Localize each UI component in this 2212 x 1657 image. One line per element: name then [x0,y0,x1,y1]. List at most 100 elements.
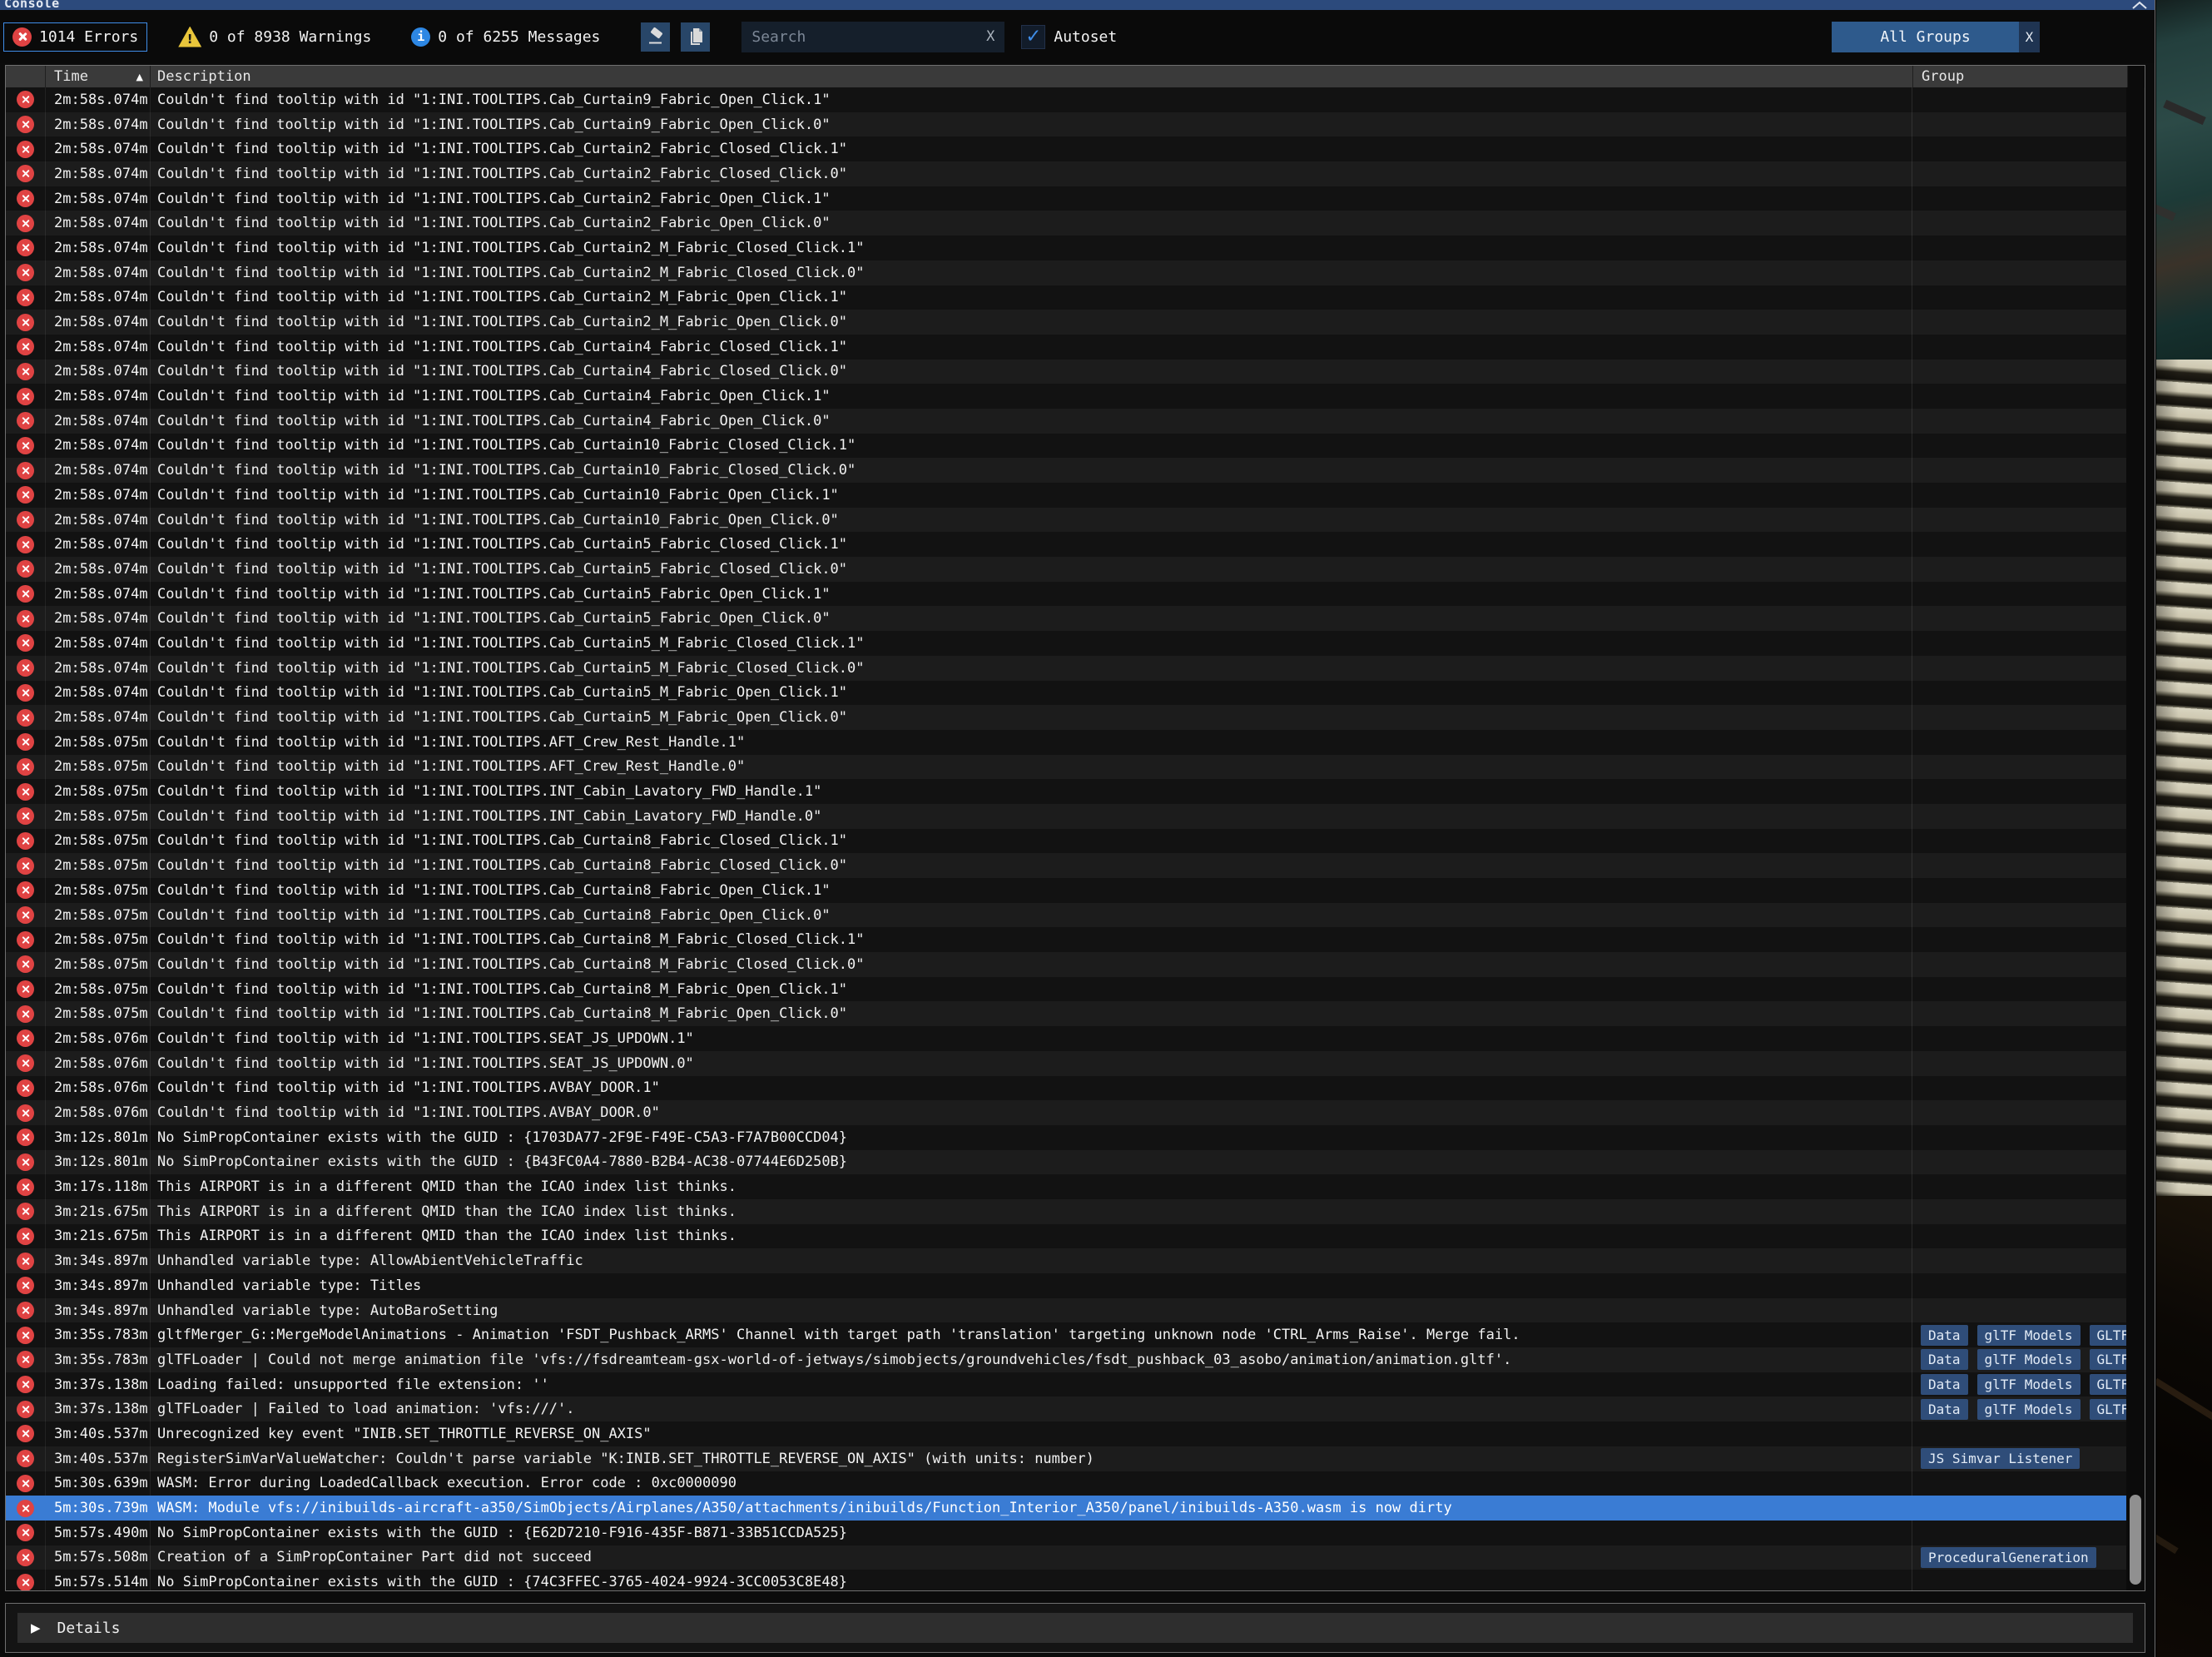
row-group [1912,1076,2126,1101]
table-row[interactable]: 2m:58s.074m Couldn't find tooltip with i… [6,705,2126,730]
table-row[interactable]: 5m:57s.508m Creation of a SimPropContain… [6,1545,2126,1570]
warnings-filter-button[interactable]: ! 0 of 8938 Warnings [169,22,380,52]
table-row[interactable]: 2m:58s.074m Couldn't find tooltip with i… [6,483,2126,508]
table-row[interactable]: 2m:58s.075m Couldn't find tooltip with i… [6,1001,2126,1026]
errors-filter-button[interactable]: 1014 Errors [3,22,147,52]
table-row[interactable]: 2m:58s.075m Couldn't find tooltip with i… [6,730,2126,755]
row-description: Couldn't find tooltip with id "1:INI.TOO… [151,532,1912,557]
row-severity-cell [6,1125,46,1150]
error-icon [17,1203,34,1220]
row-group [1912,1496,2126,1521]
table-row[interactable]: 2m:58s.074m Couldn't find tooltip with i… [6,310,2126,335]
clear-console-button[interactable] [641,22,670,52]
sort-ascending-icon: ▲ [136,72,143,82]
table-row[interactable]: 2m:58s.074m Couldn't find tooltip with i… [6,409,2126,434]
table-row[interactable]: 2m:58s.074m Couldn't find tooltip with i… [6,360,2126,384]
table-row[interactable]: 3m:12s.801m No SimPropContainer exists w… [6,1150,2126,1175]
table-row[interactable]: 3m:35s.783m gltfMerger_G::MergeModelAnim… [6,1322,2126,1347]
row-time: 2m:58s.074m [46,483,151,508]
table-row[interactable]: 2m:58s.074m Couldn't find tooltip with i… [6,434,2126,459]
group-filter-clear-button[interactable]: X [2019,22,2040,52]
table-row[interactable]: 3m:12s.801m No SimPropContainer exists w… [6,1125,2126,1150]
row-severity-cell [6,1051,46,1076]
table-row[interactable]: 2m:58s.074m Couldn't find tooltip with i… [6,557,2126,582]
table-row[interactable]: 3m:37s.138m Loading failed: unsupported … [6,1372,2126,1397]
table-row[interactable]: 2m:58s.074m Couldn't find tooltip with i… [6,211,2126,236]
group-filter-label[interactable]: All Groups [1832,22,2019,52]
search-clear-button[interactable]: X [986,28,994,45]
table-row[interactable]: 2m:58s.075m Couldn't find tooltip with i… [6,977,2126,1002]
row-description: Couldn't find tooltip with id "1:INI.TOO… [151,631,1912,656]
row-severity-cell [6,1521,46,1545]
table-row[interactable]: 3m:17s.118m This AIRPORT is in a differe… [6,1174,2126,1199]
column-header-group[interactable]: Group [1913,66,2128,87]
table-row[interactable]: 3m:40s.537m Unrecognized key event "INIB… [6,1421,2126,1446]
table-row[interactable]: 2m:58s.075m Couldn't find tooltip with i… [6,804,2126,829]
details-expander[interactable]: ▶ Details [17,1613,2133,1643]
table-row[interactable]: 2m:58s.074m Couldn't find tooltip with i… [6,606,2126,631]
table-row[interactable]: 2m:58s.074m Couldn't find tooltip with i… [6,236,2126,260]
vertical-scrollbar[interactable] [2126,87,2145,1590]
table-row[interactable]: 2m:58s.075m Couldn't find tooltip with i… [6,779,2126,804]
table-row[interactable]: 2m:58s.076m Couldn't find tooltip with i… [6,1076,2126,1101]
table-row[interactable]: 2m:58s.075m Couldn't find tooltip with i… [6,853,2126,878]
search-box[interactable]: X [741,22,1004,52]
table-row[interactable]: 2m:58s.074m Couldn't find tooltip with i… [6,161,2126,186]
table-row[interactable]: 5m:30s.639m WASM: Error during LoadedCal… [6,1471,2126,1496]
column-header-description[interactable]: Description [151,66,1913,87]
table-row[interactable]: 2m:58s.074m Couldn't find tooltip with i… [6,458,2126,483]
table-row[interactable]: 3m:34s.897m Unhandled variable type: Tit… [6,1273,2126,1298]
table-row[interactable]: 2m:58s.074m Couldn't find tooltip with i… [6,87,2126,112]
table-row[interactable]: 5m:30s.739m WASM: Module vfs://inibuilds… [6,1496,2126,1521]
table-row[interactable]: 2m:58s.075m Couldn't find tooltip with i… [6,878,2126,903]
table-row[interactable]: 2m:58s.074m Couldn't find tooltip with i… [6,285,2126,310]
search-input[interactable] [741,28,1004,46]
table-row[interactable]: 2m:58s.074m Couldn't find tooltip with i… [6,656,2126,681]
row-severity-cell [6,681,46,706]
table-row[interactable]: 2m:58s.074m Couldn't find tooltip with i… [6,335,2126,360]
table-row[interactable]: 2m:58s.074m Couldn't find tooltip with i… [6,260,2126,285]
table-row[interactable]: 3m:35s.783m glTFLoader | Could not merge… [6,1347,2126,1372]
scrollbar-thumb[interactable] [2130,1495,2141,1585]
table-row[interactable]: 2m:58s.074m Couldn't find tooltip with i… [6,136,2126,161]
messages-filter-button[interactable]: i 0 of 6255 Messages [402,22,609,52]
table-row[interactable]: 2m:58s.074m Couldn't find tooltip with i… [6,681,2126,706]
table-row[interactable]: 5m:57s.514m No SimPropContainer exists w… [6,1570,2126,1590]
table-row[interactable]: 3m:21s.675m This AIRPORT is in a differe… [6,1199,2126,1224]
table-row[interactable]: 2m:58s.074m Couldn't find tooltip with i… [6,631,2126,656]
table-row[interactable]: 2m:58s.075m Couldn't find tooltip with i… [6,952,2126,977]
row-severity-cell [6,136,46,161]
row-time: 2m:58s.074m [46,384,151,409]
error-icon [17,338,34,355]
autoset-checkbox[interactable]: ✓ [1021,25,1045,49]
table-row[interactable]: 2m:58s.074m Couldn't find tooltip with i… [6,186,2126,211]
table-row[interactable]: 2m:58s.076m Couldn't find tooltip with i… [6,1100,2126,1125]
table-row[interactable]: 3m:21s.675m This AIRPORT is in a differe… [6,1224,2126,1249]
row-description: gltfMerger_G::MergeModelAnimations - Ani… [151,1322,1912,1347]
table-row[interactable]: 2m:58s.074m Couldn't find tooltip with i… [6,112,2126,137]
table-row[interactable]: 2m:58s.076m Couldn't find tooltip with i… [6,1051,2126,1076]
row-time: 2m:58s.074m [46,434,151,459]
table-row[interactable]: 2m:58s.076m Couldn't find tooltip with i… [6,1026,2126,1051]
group-filter-dropdown[interactable]: All Groups X [1832,22,2040,52]
column-header-time[interactable]: Time ▲ [46,66,151,87]
row-group [1912,1421,2126,1446]
table-row[interactable]: 2m:58s.074m Couldn't find tooltip with i… [6,582,2126,607]
table-row[interactable]: 3m:37s.138m glTFLoader | Failed to load … [6,1397,2126,1421]
table-row[interactable]: 2m:58s.074m Couldn't find tooltip with i… [6,508,2126,533]
table-row[interactable]: 3m:34s.897m Unhandled variable type: All… [6,1248,2126,1273]
console-titlebar[interactable]: Console [0,0,2155,10]
table-row[interactable]: 2m:58s.075m Couldn't find tooltip with i… [6,829,2126,854]
table-row[interactable]: 3m:34s.897m Unhandled variable type: Aut… [6,1298,2126,1323]
row-severity-cell [6,927,46,952]
table-row[interactable]: 2m:58s.074m Couldn't find tooltip with i… [6,532,2126,557]
table-row[interactable]: 2m:58s.074m Couldn't find tooltip with i… [6,384,2126,409]
table-row[interactable]: 2m:58s.075m Couldn't find tooltip with i… [6,755,2126,780]
table-row[interactable]: 2m:58s.075m Couldn't find tooltip with i… [6,927,2126,952]
table-row[interactable]: 3m:40s.537m RegisterSimVarValueWatcher: … [6,1446,2126,1471]
collapse-chevron-icon[interactable] [2131,1,2148,9]
row-time: 2m:58s.075m [46,730,151,755]
copy-log-button[interactable] [681,22,710,52]
table-row[interactable]: 2m:58s.075m Couldn't find tooltip with i… [6,903,2126,928]
table-row[interactable]: 5m:57s.490m No SimPropContainer exists w… [6,1521,2126,1545]
